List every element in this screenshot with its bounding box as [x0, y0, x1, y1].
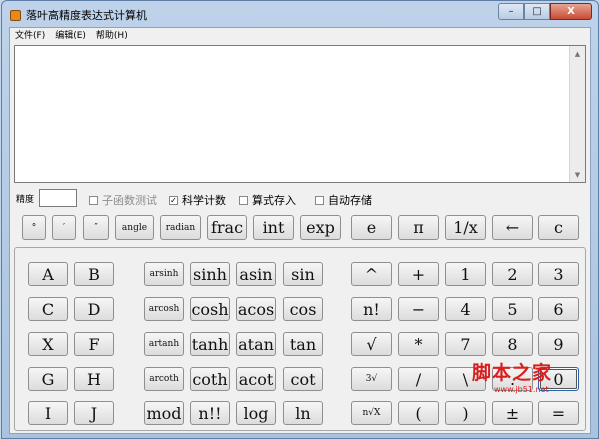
open-paren-button[interactable]: ( — [398, 401, 439, 425]
watermark-logo: 脚本之家 — [472, 362, 553, 384]
arsinh-button[interactable]: arsinh — [144, 262, 184, 286]
multiply-button[interactable]: * — [398, 332, 439, 356]
precision-input[interactable] — [39, 189, 77, 207]
title-bar[interactable]: 落叶高精度表达式计算机 – □ X — [2, 1, 598, 27]
digit-7-button[interactable]: 7 — [445, 332, 486, 356]
key-x[interactable]: X — [28, 332, 68, 356]
checkbox-label: 子函数测试 — [102, 194, 157, 207]
sqrt-button[interactable]: √ — [351, 332, 392, 356]
close-paren-button[interactable]: ) — [445, 401, 486, 425]
checkbox-subfunction-test[interactable]: 子函数测试 — [89, 192, 157, 208]
coth-button[interactable]: coth — [190, 367, 230, 391]
minus-button[interactable]: − — [398, 297, 439, 321]
key-c[interactable]: C — [28, 297, 68, 321]
vertical-scrollbar[interactable]: ▲ ▼ — [569, 46, 585, 182]
frac-button[interactable]: frac — [207, 215, 247, 240]
checkbox-store-formula[interactable]: 算式存入 — [239, 192, 296, 208]
digit-6-button[interactable]: 6 — [538, 297, 579, 321]
checkbox-label: 科学计数 — [182, 194, 226, 207]
arcosh-button[interactable]: arcosh — [144, 297, 184, 321]
cot-button[interactable]: cot — [283, 367, 323, 391]
e-button[interactable]: e — [351, 215, 392, 240]
ln-button[interactable]: ln — [283, 401, 323, 425]
backspace-button[interactable]: ← — [492, 215, 533, 240]
key-h[interactable]: H — [74, 367, 114, 391]
equals-button[interactable]: = — [538, 401, 579, 425]
scroll-down-icon[interactable]: ▼ — [570, 167, 585, 182]
key-b[interactable]: B — [74, 262, 114, 286]
options-row: 精度 子函数测试 ✓ 科学计数 算式存入 自动存储 — [14, 189, 586, 209]
scroll-up-icon[interactable]: ▲ — [570, 46, 585, 61]
acot-button[interactable]: acot — [236, 367, 276, 391]
digit-3-button[interactable]: 3 — [538, 262, 579, 286]
app-icon — [10, 10, 21, 21]
arcoth-button[interactable]: arcoth — [144, 367, 184, 391]
minute-button[interactable]: ′ — [52, 215, 76, 240]
check-icon: ✓ — [169, 195, 178, 205]
key-g[interactable]: G — [28, 367, 68, 391]
sinh-button[interactable]: sinh — [190, 262, 230, 286]
sin-button[interactable]: sin — [283, 262, 323, 286]
radian-button[interactable]: radian — [160, 215, 201, 240]
site-watermark: 脚本之家 www.jb51.net — [472, 358, 552, 394]
power-button[interactable]: ^ — [351, 262, 392, 286]
checkbox-auto-save[interactable]: 自动存储 — [315, 192, 372, 208]
menu-help[interactable]: 帮助(H) — [91, 28, 133, 45]
double-factorial-button[interactable]: n!! — [190, 401, 230, 425]
key-i[interactable]: I — [28, 401, 68, 425]
factorial-button[interactable]: n! — [351, 297, 392, 321]
mod-button[interactable]: mod — [144, 401, 184, 425]
digit-5-button[interactable]: 5 — [492, 297, 533, 321]
second-button[interactable]: ″ — [83, 215, 109, 240]
acos-button[interactable]: acos — [236, 297, 276, 321]
clear-button[interactable]: c — [538, 215, 579, 240]
expression-display[interactable]: ▲ ▼ — [14, 45, 586, 183]
asin-button[interactable]: asin — [236, 262, 276, 286]
digit-1-button[interactable]: 1 — [445, 262, 486, 286]
checkbox-box — [315, 195, 324, 205]
menu-file[interactable]: 文件(F) — [10, 28, 50, 45]
plus-minus-button[interactable]: ± — [492, 401, 533, 425]
maximize-button[interactable]: □ — [524, 3, 550, 20]
cos-button[interactable]: cos — [283, 297, 323, 321]
menu-edit[interactable]: 编辑(E) — [50, 28, 91, 45]
angle-button[interactable]: angle — [115, 215, 154, 240]
tanh-button[interactable]: tanh — [190, 332, 230, 356]
checkbox-box — [239, 195, 248, 205]
key-j[interactable]: J — [74, 401, 114, 425]
precision-label: 精度 — [16, 195, 35, 205]
minimize-button[interactable]: – — [498, 3, 524, 20]
atan-button[interactable]: atan — [236, 332, 276, 356]
exp-button[interactable]: exp — [300, 215, 341, 240]
checkbox-label: 算式存入 — [252, 194, 296, 207]
checkbox-box — [89, 195, 98, 205]
artanh-button[interactable]: artanh — [144, 332, 184, 356]
digit-9-button[interactable]: 9 — [538, 332, 579, 356]
key-f[interactable]: F — [74, 332, 114, 356]
window-title: 落叶高精度表达式计算机 — [26, 9, 147, 22]
int-button[interactable]: int — [253, 215, 294, 240]
digit-4-button[interactable]: 4 — [445, 297, 486, 321]
cosh-button[interactable]: cosh — [190, 297, 230, 321]
divide-button[interactable]: / — [398, 367, 439, 391]
caption-buttons: – □ X — [498, 3, 592, 21]
cube-root-button[interactable]: 3√ — [351, 367, 392, 391]
digit-2-button[interactable]: 2 — [492, 262, 533, 286]
key-d[interactable]: D — [74, 297, 114, 321]
plus-button[interactable]: + — [398, 262, 439, 286]
checkbox-label: 自动存储 — [328, 194, 372, 207]
watermark-url: www.jb51.net — [494, 385, 549, 394]
close-button[interactable]: X — [550, 3, 592, 20]
pi-button[interactable]: π — [398, 215, 439, 240]
log-button[interactable]: log — [236, 401, 276, 425]
key-a[interactable]: A — [28, 262, 68, 286]
checkbox-scientific-notation[interactable]: ✓ 科学计数 — [169, 192, 226, 208]
menu-bar: 文件(F) 编辑(E) 帮助(H) — [10, 28, 590, 45]
digit-8-button[interactable]: 8 — [492, 332, 533, 356]
tan-button[interactable]: tan — [283, 332, 323, 356]
nth-root-button[interactable]: n√X — [351, 401, 392, 425]
reciprocal-button[interactable]: 1/x — [445, 215, 486, 240]
degree-button[interactable]: ° — [22, 215, 46, 240]
